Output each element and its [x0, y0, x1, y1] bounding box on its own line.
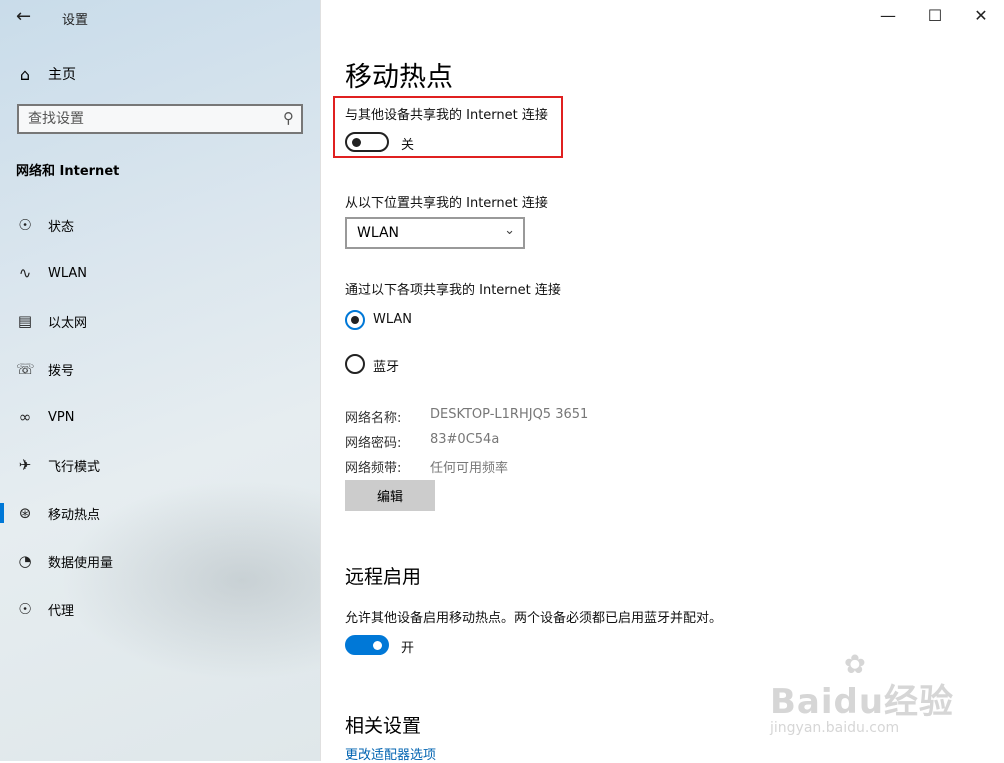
sidebar-item-dialup[interactable]: ☏ 拨号 — [0, 349, 320, 389]
sidebar-item-label: 飞行模式 — [48, 459, 101, 475]
main-pane: — ☐ ✕ 移动热点 与其他设备共享我的 Internet 连接 关 从以下位置… — [320, 0, 1004, 763]
share-from-label: 从以下位置共享我的 Internet 连接 — [345, 196, 548, 211]
sidebar-item-label: WLAN — [48, 265, 88, 281]
related-title: 相关设置 — [345, 715, 422, 737]
wifi-icon: ∿ — [18, 264, 32, 282]
radio-wlan-label: WLAN — [373, 312, 413, 327]
app-title: 设置 — [62, 13, 89, 28]
sidebar-item-label: 代理 — [48, 603, 75, 619]
sidebar-item-label: 移动热点 — [48, 507, 101, 523]
watermark-brand: Baidu经验 — [770, 682, 955, 722]
data-usage-icon: ◔ — [18, 552, 32, 570]
remote-title: 远程启用 — [345, 566, 422, 588]
sidebar-item-airplane[interactable]: ✈ 飞行模式 — [0, 445, 320, 485]
share-from-select[interactable]: WLAN ⌄ — [345, 217, 525, 249]
sidebar-item-label: VPN — [48, 409, 75, 425]
search-input[interactable] — [19, 106, 268, 132]
home-icon: ⌂ — [19, 64, 31, 84]
baidu-watermark: ✿ Baidu经验 jingyan.baidu.com — [770, 650, 970, 745]
maximize-icon[interactable]: ☐ — [925, 6, 945, 25]
network-band-key: 网络频带: — [345, 461, 402, 476]
sidebar-item-label: 拨号 — [48, 363, 75, 379]
sidebar-item-data-usage[interactable]: ◔ 数据使用量 — [0, 541, 320, 581]
share-state: 关 — [401, 138, 415, 153]
home-label: 主页 — [48, 67, 76, 83]
edit-button[interactable]: 编辑 — [345, 480, 435, 511]
adapter-options-link[interactable]: 更改适配器选项 — [345, 744, 436, 763]
page-title: 移动热点 — [345, 62, 453, 93]
watermark-url: jingyan.baidu.com — [770, 720, 900, 736]
sidebar-item-hotspot[interactable]: ⊛ 移动热点 — [0, 493, 320, 533]
vpn-icon: ∞ — [18, 408, 32, 426]
sidebar-home[interactable]: ⌂ 主页 — [17, 64, 76, 84]
radio-wlan[interactable] — [345, 310, 365, 330]
dialup-icon: ☏ — [16, 360, 35, 378]
sidebar-item-label: 数据使用量 — [48, 555, 114, 571]
sidebar-item-ethernet[interactable]: ▤ 以太网 — [0, 301, 320, 341]
sidebar-item-proxy[interactable]: ☉ 代理 — [0, 589, 320, 629]
share-from-value: WLAN — [357, 225, 400, 241]
network-pass-value: 83#0C54a — [430, 432, 500, 447]
globe-proxy-icon: ☉ — [18, 600, 32, 618]
ethernet-icon: ▤ — [17, 312, 33, 330]
share-label: 与其他设备共享我的 Internet 连接 — [345, 108, 548, 123]
airplane-icon: ✈ — [18, 456, 32, 474]
globe-status-icon: ☉ — [18, 216, 32, 234]
back-arrow-icon[interactable]: ← — [16, 6, 31, 27]
chevron-down-icon: ⌄ — [504, 223, 515, 238]
network-band-value: 任何可用频率 — [430, 461, 509, 476]
sidebar-item-wlan[interactable]: ∿ WLAN — [0, 253, 320, 293]
network-name-key: 网络名称: — [345, 411, 402, 426]
sidebar-item-vpn[interactable]: ∞ VPN — [0, 397, 320, 437]
sidebar-item-label: 状态 — [48, 219, 75, 235]
share-toggle[interactable] — [345, 132, 389, 152]
sidebar: ← 设置 ⌂ 主页 ⚲ 网络和 Internet ☉ 状态 ∿ WLAN ▤ 以… — [0, 0, 320, 761]
remote-state: 开 — [401, 641, 415, 656]
radio-bluetooth-label: 蓝牙 — [373, 360, 400, 375]
radio-bluetooth[interactable] — [345, 354, 365, 374]
close-icon[interactable]: ✕ — [971, 6, 991, 25]
remote-toggle[interactable] — [345, 635, 389, 655]
sidebar-item-label: 以太网 — [48, 315, 88, 331]
network-pass-key: 网络密码: — [345, 436, 402, 451]
share-over-label: 通过以下各项共享我的 Internet 连接 — [345, 283, 561, 298]
section-title: 网络和 Internet — [16, 164, 120, 179]
minimize-icon[interactable]: — — [878, 6, 898, 25]
search-icon[interactable]: ⚲ — [283, 109, 294, 127]
remote-desc: 允许其他设备启用移动热点。两个设备必须都已启用蓝牙并配对。 — [345, 611, 723, 626]
hotspot-icon: ⊛ — [18, 504, 32, 522]
search-box[interactable]: ⚲ — [17, 104, 303, 134]
sidebar-item-status[interactable]: ☉ 状态 — [0, 205, 320, 245]
network-name-value: DESKTOP-L1RHJQ5 3651 — [430, 407, 589, 422]
